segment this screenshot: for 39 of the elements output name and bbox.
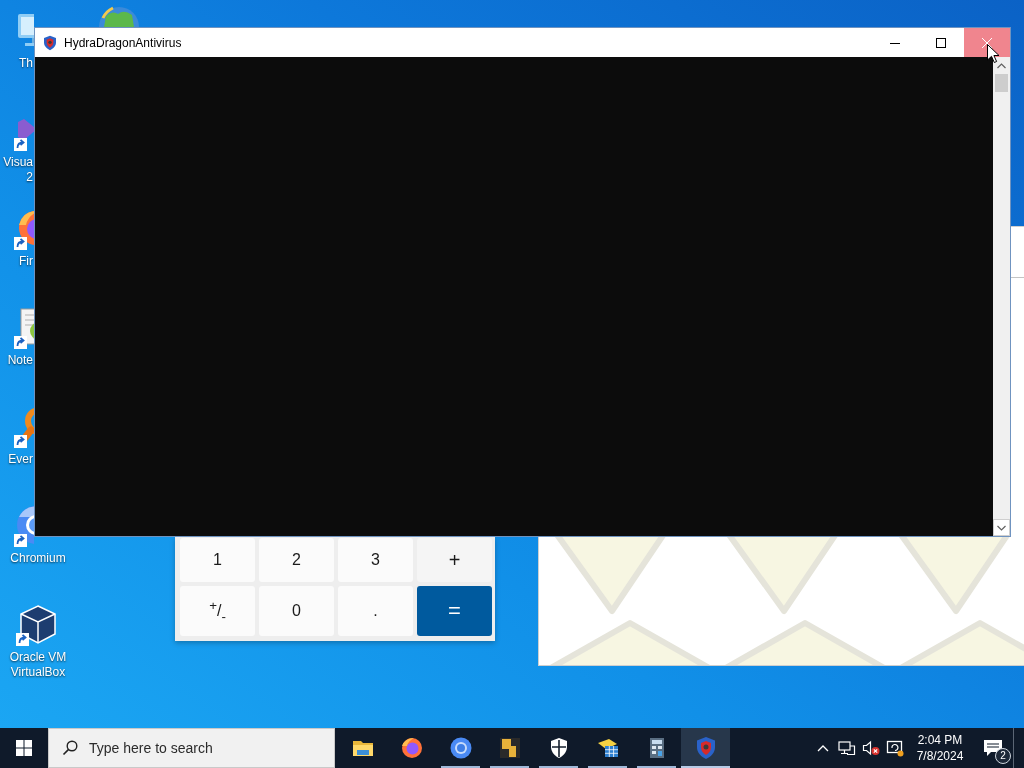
clock-date[interactable]: 7/8/2024 [916,748,964,764]
chevron-up-icon[interactable] [817,744,829,752]
calculator-key[interactable]: + [417,538,492,582]
ring-icon [448,736,473,760]
notification-count-badge: 2 [995,748,1011,764]
search-icon [62,740,78,756]
desktop-icon-label: Ever [7,452,33,467]
desktop-icon-label: Chromium [9,551,67,566]
windows-logo-icon [16,740,32,756]
calculator-key[interactable]: 1 [180,538,255,582]
blocks-icon [497,736,522,760]
muted-speaker-icon[interactable] [862,740,880,756]
desktop-icon-label: Note [6,353,33,368]
scroll-down-button[interactable] [993,519,1010,536]
clock-time[interactable]: 2:04 PM [917,732,963,748]
calculator-key[interactable]: . [338,586,413,636]
desktop-icon-label: Oracle VM VirtualBox [8,650,68,680]
calculator-key[interactable]: 0 [259,586,334,636]
monitor-badge-icon[interactable] [886,739,904,757]
search-field[interactable]: Type here to search [48,728,335,768]
chevron-down-icon [997,524,1006,531]
calculator-key[interactable]: 2 [259,538,334,582]
maximize-icon [936,37,946,48]
calculator-key[interactable]: 3 [338,538,413,582]
network-icon[interactable] [838,740,856,756]
desktop-icon-label: Th [18,56,33,71]
mouse-pointer-icon [987,44,1000,64]
scrollbar-thumb[interactable] [995,74,1008,92]
desktop-icon-label: Fir [18,254,33,269]
chevron-up-icon [997,62,1006,69]
crest-icon [42,34,58,51]
close-icon [982,37,992,48]
calculator-key[interactable]: = [417,586,492,636]
calculator-key[interactable]: $^{+}$/$_{-}$ [180,586,255,636]
desktop-icon-label: Visua 2 [2,155,33,185]
taskbar-app-button[interactable] [681,728,730,768]
fox-icon [399,736,424,760]
window-title: HydraDragonAntivirus [64,35,182,50]
scrollbar-track[interactable] [993,57,1010,536]
